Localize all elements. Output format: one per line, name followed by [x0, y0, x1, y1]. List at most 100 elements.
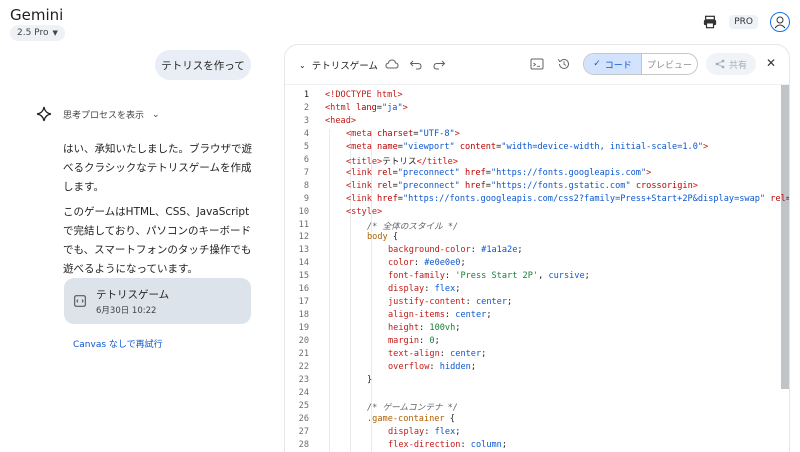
undo-icon[interactable]: [409, 57, 423, 71]
code-token: font-family: [388, 271, 445, 282]
console-icon[interactable]: [530, 57, 544, 71]
code-token: テトリス: [382, 156, 417, 167]
code-line: 17 justify-content: center;: [285, 297, 785, 310]
cloud-icon[interactable]: [385, 57, 399, 71]
code-token: :: [444, 310, 456, 321]
line-number: 24: [298, 387, 309, 398]
share-label: 共有: [728, 60, 747, 71]
code-text: <head>: [325, 116, 356, 126]
close-icon[interactable]: ✕: [766, 56, 776, 70]
code-token: =": [786, 194, 789, 204]
code-token: body: [367, 232, 393, 243]
chevron-down-icon: ⌄: [299, 60, 306, 70]
code-token: :: [460, 439, 471, 450]
code-token: flex-direction: [388, 439, 461, 450]
code-token: cursive: [548, 271, 585, 282]
code-token: background-color: [388, 245, 471, 256]
avatar[interactable]: [770, 12, 790, 32]
code-line: 14 color: #e0e0e0;: [285, 258, 785, 271]
show-thinking-toggle[interactable]: 思考プロセスを表示 ⌄: [63, 108, 160, 122]
code-text: font-family: 'Press Start 2P', cursive;: [388, 271, 590, 281]
code-token: "ja": [381, 102, 403, 113]
code-line: 21 text-align: center;: [285, 349, 785, 362]
code-token: "preconnect": [397, 180, 460, 191]
line-number: 4: [303, 128, 309, 139]
gemini-app: Gemini 2.5 Pro ▼ PRO テトリスを作って 思考プロセスを表示 …: [0, 0, 800, 452]
code-token: }: [367, 374, 373, 385]
redo-icon[interactable]: [432, 57, 446, 71]
code-token: <link: [346, 167, 378, 178]
code-token: .game-container: [367, 413, 450, 424]
code-token: {: [392, 232, 399, 243]
code-token: ;: [584, 271, 590, 282]
code-line: 3 <head>: [285, 116, 785, 129]
code-token: :: [424, 284, 435, 295]
code-editor[interactable]: 1 <!DOCTYPE html> 2 <html lang="ja"> 3 <head>…: [285, 85, 789, 452]
code-token: column: [470, 439, 502, 450]
history-icon[interactable]: [557, 57, 571, 71]
code-token: "viewport": [402, 141, 455, 152]
code-line: 5 <meta name="viewport" content="width=de…: [285, 142, 785, 155]
response-paragraph-1: はい、承知いたしました。ブラウザで遊べるクラシックなテトリスゲームを作成します。: [63, 143, 252, 193]
line-number: 2: [303, 102, 309, 113]
canvas-title: テトリスゲーム: [311, 61, 378, 72]
line-number: 19: [298, 323, 309, 334]
line-number: 6: [303, 154, 309, 165]
code-line: 13 background-color: #1a1a2e;: [285, 245, 785, 258]
code-token: "preconnect": [397, 167, 460, 178]
code-token: <link: [346, 180, 378, 191]
code-text: color: #e0e0e0;: [388, 258, 466, 268]
code-line: 28 flex-direction: column;: [285, 440, 785, 452]
code-text: <html lang="ja">: [325, 103, 408, 113]
code-token: ,: [538, 271, 549, 282]
code-line: 7 <link rel="preconnect" href="https://fo…: [285, 168, 785, 181]
chevron-down-icon: ⌄: [152, 109, 160, 120]
code-token: height: [388, 323, 420, 334]
code-token: color: [388, 258, 414, 269]
code-line: 4 <meta charset="UTF-8">: [285, 129, 785, 142]
code-token: center: [455, 310, 487, 321]
code-line: 11 /* 全体のスタイル */: [285, 220, 785, 233]
code-token: "https://fonts.gstatic.com": [490, 180, 631, 191]
share-icon: [715, 59, 725, 69]
code-token: :: [470, 245, 482, 256]
code-token: >: [703, 141, 709, 152]
artifact-card[interactable]: テトリスゲーム 6月30日 10:22: [64, 278, 251, 324]
line-number: 16: [298, 284, 309, 295]
line-number: 3: [303, 115, 309, 126]
model-selector[interactable]: 2.5 Pro ▼: [10, 25, 65, 41]
code-token: rel: [377, 180, 393, 191]
response-paragraph-2: このゲームはHTML、CSS、JavaScriptで完結しており、パソコンのキー…: [63, 206, 252, 275]
line-number: 9: [303, 193, 309, 204]
top-right-actions: PRO: [703, 12, 790, 32]
code-token: ;: [507, 297, 513, 308]
line-number: 1: [303, 90, 309, 100]
code-text: height: 100vh;: [388, 323, 460, 333]
print-icon[interactable]: [703, 15, 717, 29]
code-text: display: flex;: [388, 284, 460, 294]
gemini-sparkle-icon: [36, 106, 52, 122]
code-token: text-align: [388, 349, 440, 359]
code-token: :: [419, 323, 430, 334]
retry-without-canvas-link[interactable]: Canvas なしで再試行: [73, 337, 163, 350]
share-button[interactable]: 共有: [706, 53, 756, 75]
code-token: :: [424, 426, 435, 437]
code-text: <style>: [346, 207, 382, 217]
code-token: content: [459, 141, 497, 152]
tab-preview[interactable]: プレビュー: [642, 54, 697, 74]
code-text: .game-container {: [367, 414, 455, 424]
tab-code[interactable]: ✓ コード: [584, 54, 642, 74]
code-token: >: [402, 102, 408, 113]
code-token: :: [419, 336, 430, 347]
code-text: margin: 0;: [388, 336, 440, 346]
canvas-title-menu[interactable]: ⌄ テトリスゲーム: [299, 58, 378, 73]
line-number: 27: [298, 426, 309, 437]
line-number: 12: [298, 232, 309, 243]
code-token: <meta: [346, 128, 378, 139]
code-token: display: [388, 284, 425, 295]
code-token: center: [450, 349, 482, 359]
code-token: flex: [434, 426, 456, 437]
app-title[interactable]: Gemini: [10, 6, 63, 24]
code-token: ;: [455, 284, 461, 295]
canvas-panel: ⌄ テトリスゲーム ✓ コード プレビュー 共有 ✕ 1 <!DOCTYPE h…: [284, 44, 790, 452]
